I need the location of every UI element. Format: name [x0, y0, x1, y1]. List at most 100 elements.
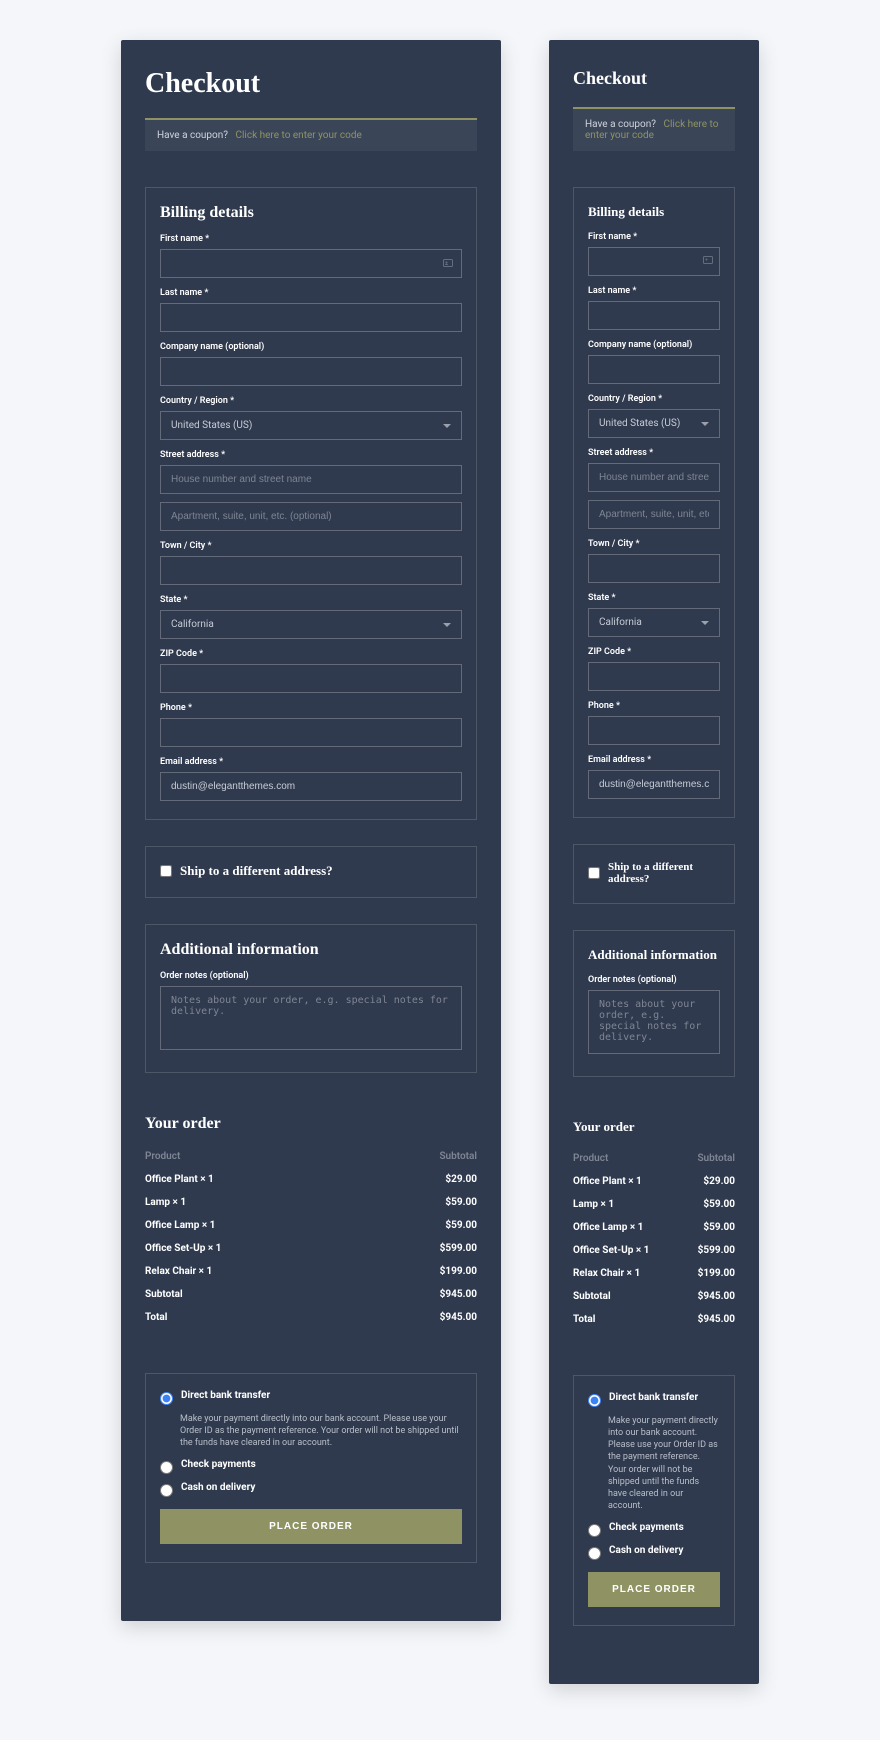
ship-different-checkbox[interactable] — [588, 867, 600, 879]
country-value: United States (US) — [171, 420, 252, 431]
page-title: Checkout — [145, 68, 477, 100]
order-item-price: $29.00 — [703, 1176, 735, 1187]
place-order-button[interactable]: PLACE ORDER — [588, 1572, 720, 1607]
payment-option[interactable]: Check payments — [588, 1522, 720, 1537]
order-notes-input[interactable] — [588, 990, 720, 1054]
country-label: Country / Region * — [588, 394, 720, 404]
payment-radio[interactable] — [160, 1484, 173, 1497]
billing-panel: Billing details First name * Last name *… — [573, 187, 735, 818]
order-item-price: $599.00 — [698, 1245, 735, 1256]
city-input[interactable] — [160, 556, 462, 585]
order-row: Office Lamp × 1$59.00 — [145, 1214, 477, 1237]
last-name-input[interactable] — [588, 301, 720, 330]
payment-option[interactable]: Direct bank transfer — [588, 1392, 720, 1407]
zip-input[interactable] — [588, 662, 720, 691]
street1-input[interactable] — [588, 463, 720, 492]
payment-radio[interactable] — [160, 1392, 173, 1405]
order-item-price: $59.00 — [445, 1197, 477, 1208]
payment-option[interactable]: Cash on delivery — [588, 1545, 720, 1560]
order-item-name: Relax Chair × 1 — [145, 1266, 212, 1277]
last-name-label: Last name * — [588, 286, 720, 296]
col-subtotal: Subtotal — [697, 1153, 735, 1164]
order-row: Relax Chair × 1 $199.00 — [145, 1260, 477, 1283]
chevron-down-icon — [701, 621, 709, 625]
coupon-prompt: Have a coupon? — [157, 130, 228, 141]
order-item-price: $199.00 — [440, 1266, 477, 1277]
street-label: Street address * — [160, 450, 462, 460]
company-input[interactable] — [588, 355, 720, 384]
col-subtotal: Subtotal — [439, 1151, 477, 1162]
ship-different-checkbox[interactable] — [160, 865, 172, 877]
order-item-name: Office Lamp × 1 — [573, 1222, 643, 1233]
payment-radio[interactable] — [160, 1461, 173, 1474]
order-notes-input[interactable] — [160, 986, 462, 1050]
col-product: Product — [145, 1151, 180, 1162]
billing-heading: Billing details — [588, 204, 720, 220]
first-name-input[interactable] — [160, 249, 462, 278]
order-table: Product Subtotal Office Plant × 1 $29.00 L… — [145, 1145, 477, 1329]
phone-input[interactable] — [160, 718, 462, 747]
additional-heading: Additional information — [588, 947, 720, 963]
contact-card-icon — [442, 257, 454, 269]
country-value: United States (US) — [599, 418, 680, 429]
order-item-price: $199.00 — [698, 1268, 735, 1279]
order-item-price: $59.00 — [703, 1222, 735, 1233]
street1-input[interactable] — [160, 465, 462, 494]
order-summary: Your order Product Subtotal Office Plant… — [145, 1099, 477, 1347]
email-label: Email address * — [588, 755, 720, 765]
street2-input[interactable] — [588, 500, 720, 529]
first-name-input[interactable] — [588, 247, 720, 276]
additional-panel: Additional information Order notes (opti… — [145, 924, 477, 1073]
payment-radio[interactable] — [588, 1547, 601, 1560]
order-row: Office Set-Up × 1$599.00 — [573, 1239, 735, 1262]
payment-description: Make your payment directly into our bank… — [608, 1415, 720, 1512]
coupon-bar: Have a coupon? Click here to enter your … — [573, 107, 735, 151]
country-label: Country / Region * — [160, 396, 462, 406]
order-heading: Your order — [145, 1115, 477, 1133]
coupon-link[interactable]: Click here to enter your code — [235, 130, 361, 141]
email-input[interactable] — [588, 770, 720, 799]
order-item-name: Lamp × 1 — [145, 1197, 186, 1208]
payment-radio[interactable] — [588, 1524, 601, 1537]
phone-label: Phone * — [588, 701, 720, 711]
order-item-name: Relax Chair × 1 — [573, 1268, 640, 1279]
state-select[interactable]: California — [160, 610, 462, 639]
chevron-down-icon — [443, 424, 451, 428]
phone-label: Phone * — [160, 703, 462, 713]
page-title: Checkout — [573, 68, 735, 89]
contact-card-icon — [702, 254, 714, 266]
coupon-bar: Have a coupon? Click here to enter your … — [145, 118, 477, 151]
city-label: Town / City * — [160, 541, 462, 551]
payment-panel: Direct bank transferMake your payment di… — [145, 1373, 477, 1563]
country-select[interactable]: United States (US) — [588, 409, 720, 438]
payment-label: Cash on delivery — [181, 1482, 255, 1493]
last-name-input[interactable] — [160, 303, 462, 332]
payment-panel: Direct bank transfer Make your payment di… — [573, 1375, 735, 1626]
order-row: Office Set-Up × 1$599.00 — [145, 1237, 477, 1260]
order-item-price: $59.00 — [703, 1199, 735, 1210]
street2-input[interactable] — [160, 502, 462, 531]
state-value: California — [171, 619, 214, 630]
order-item-price: $29.00 — [445, 1174, 477, 1185]
order-item-name: Office Plant × 1 — [145, 1174, 214, 1185]
place-order-button[interactable]: PLACE ORDER — [160, 1509, 462, 1544]
zip-input[interactable] — [160, 664, 462, 693]
payment-option[interactable]: Cash on delivery — [160, 1482, 462, 1497]
email-label: Email address * — [160, 757, 462, 767]
company-input[interactable] — [160, 357, 462, 386]
billing-heading: Billing details — [160, 204, 462, 222]
country-select[interactable]: United States (US) — [160, 411, 462, 440]
phone-input[interactable] — [588, 716, 720, 745]
payment-radio[interactable] — [588, 1394, 601, 1407]
order-item-price: $599.00 — [440, 1243, 477, 1254]
state-select[interactable]: California — [588, 608, 720, 637]
city-input[interactable] — [588, 554, 720, 583]
payment-option[interactable]: Check payments — [160, 1459, 462, 1474]
email-input[interactable] — [160, 772, 462, 801]
payment-option[interactable]: Direct bank transfer — [160, 1390, 462, 1405]
additional-panel: Additional information Order notes (opti… — [573, 930, 735, 1077]
col-product: Product — [573, 1153, 608, 1164]
subtotal-label: Subtotal — [145, 1289, 183, 1300]
chevron-down-icon — [443, 623, 451, 627]
checkout-card-wide: Checkout Have a coupon? Click here to en… — [121, 40, 501, 1621]
